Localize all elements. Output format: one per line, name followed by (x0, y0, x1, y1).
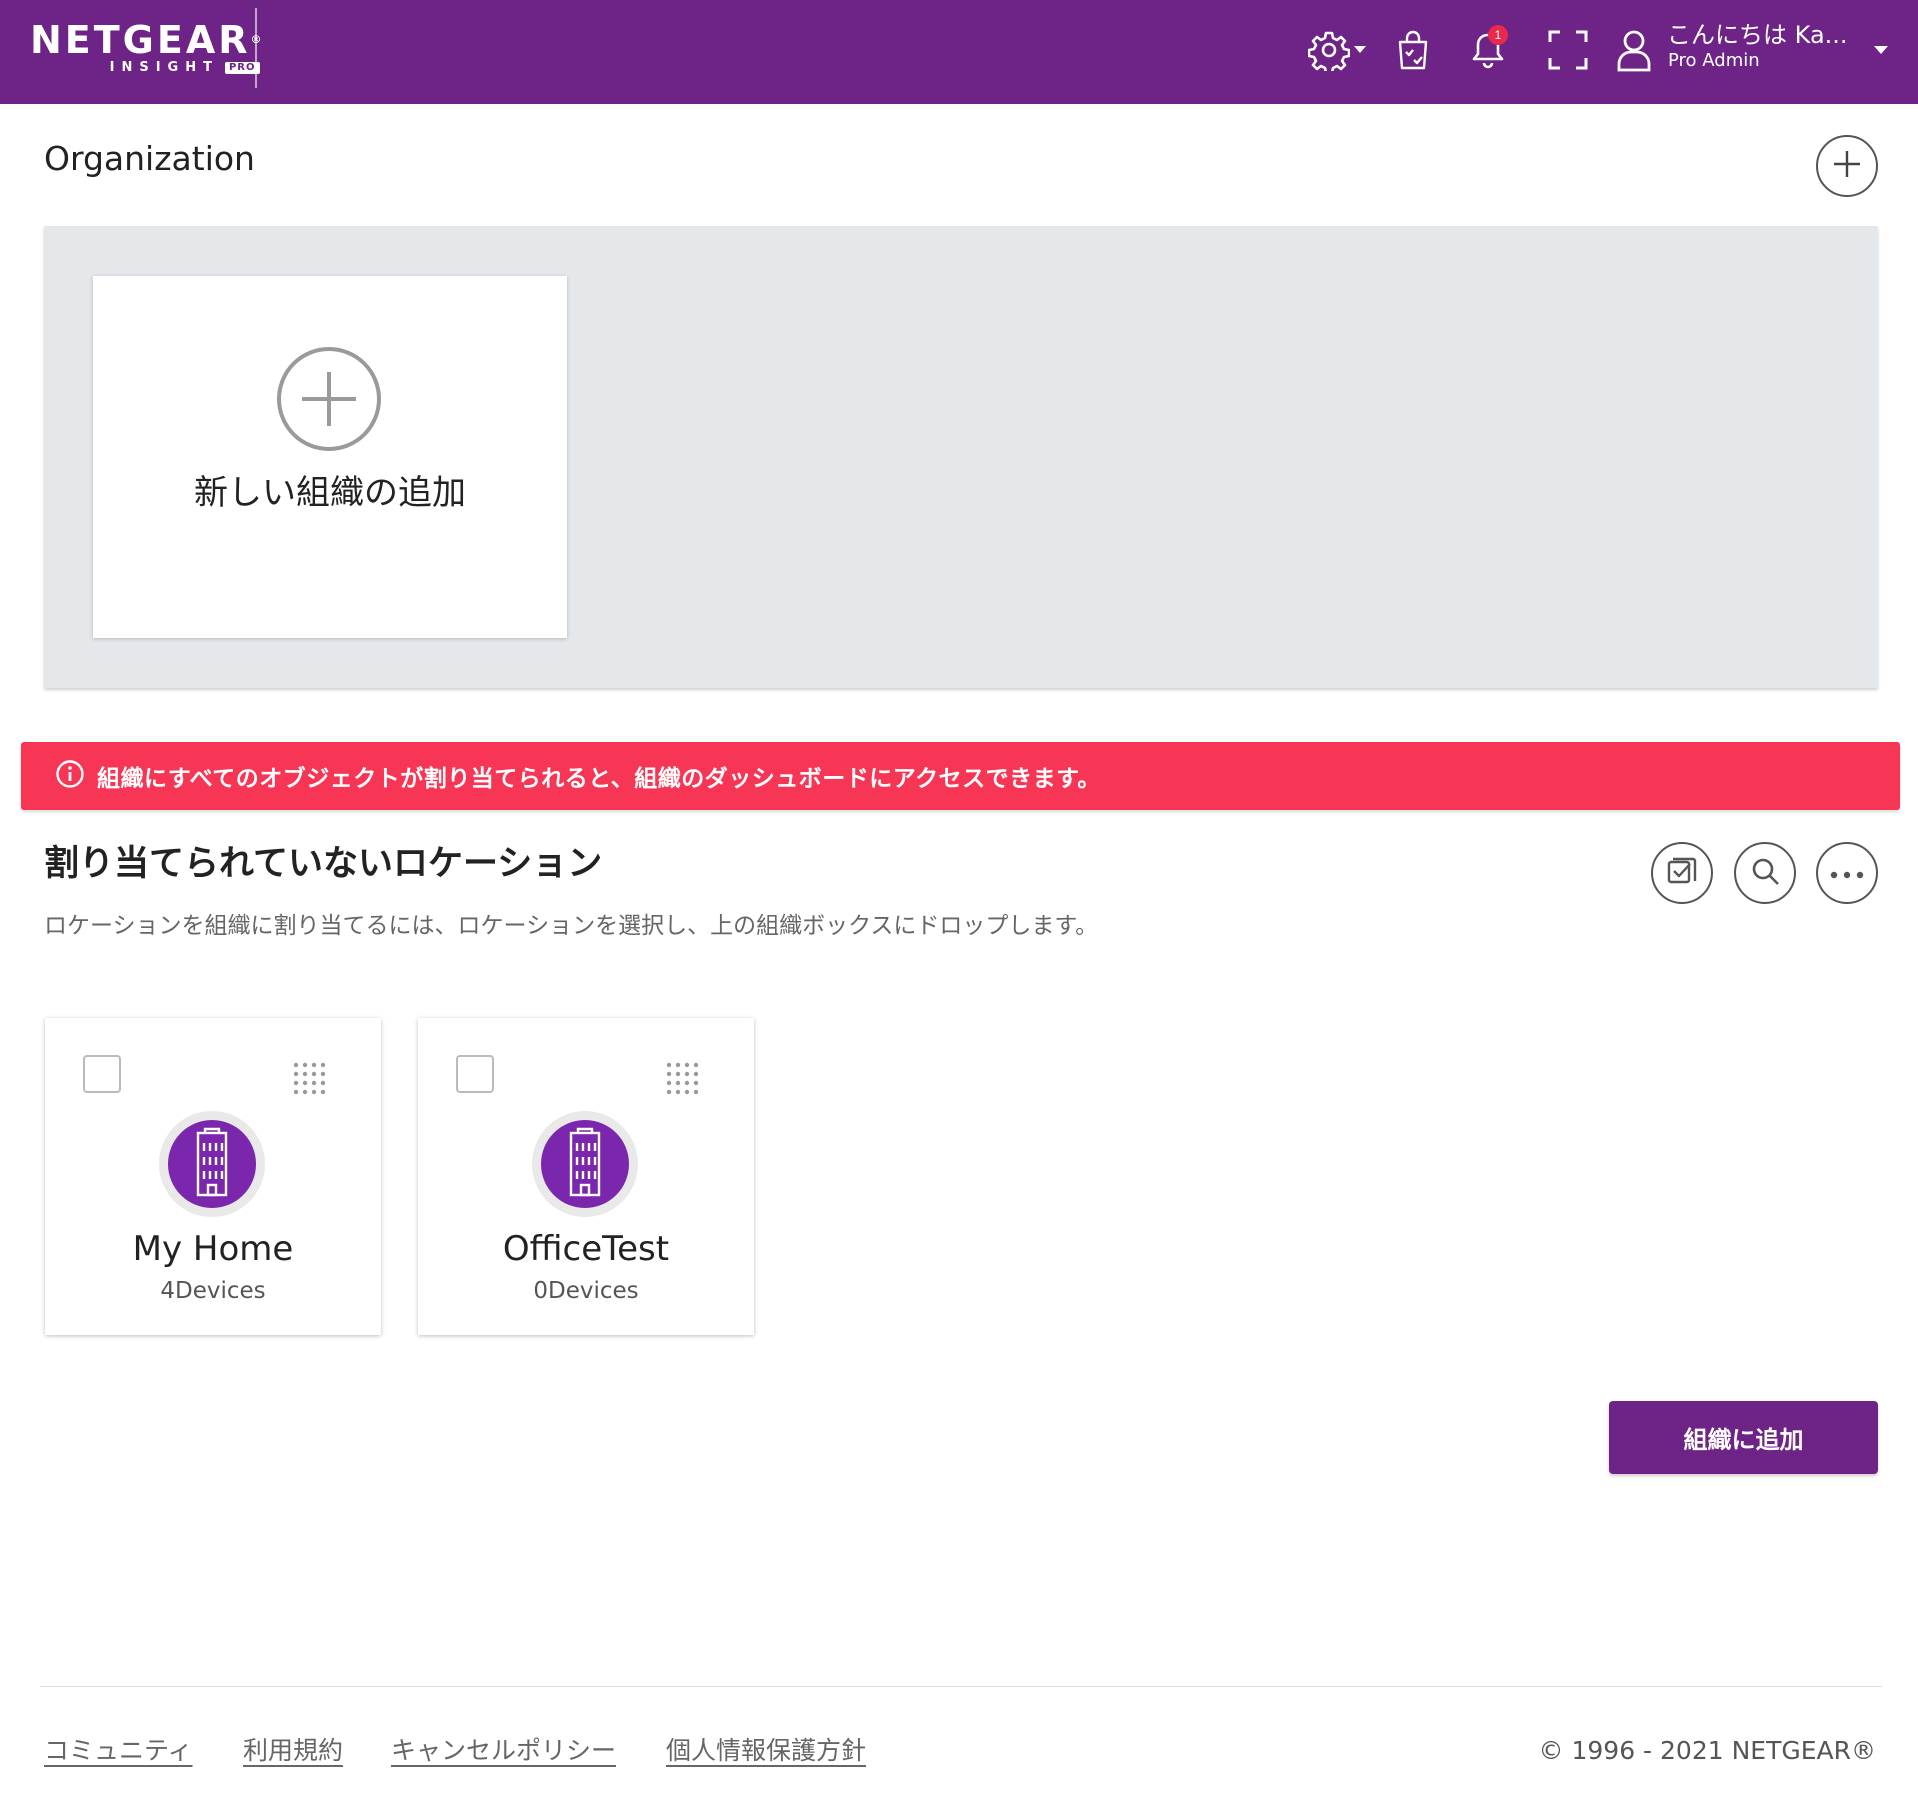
user-role: Pro Admin (1668, 50, 1760, 71)
notification-badge: 1 (1488, 25, 1508, 45)
alert-message: 組織にすべてのオブジェクトが割り当てられると、組織のダッシュボードにアクセスでき… (97, 766, 1101, 792)
location-device-count: 4Devices (160, 1278, 266, 1304)
shop-button[interactable] (1393, 24, 1433, 76)
notifications-button[interactable]: 1 (1468, 24, 1508, 76)
add-organization-label: 新しい組織の追加 (194, 473, 466, 513)
footer-link-terms[interactable]: 利用規約 (243, 1735, 343, 1767)
add-to-organization-button[interactable]: 組織に追加 (1609, 1401, 1878, 1474)
chevron-down-icon (1354, 46, 1366, 54)
drag-handle-icon[interactable] (665, 1061, 701, 1101)
user-icon (1616, 28, 1652, 72)
unassigned-locations-description: ロケーションを組織に割り当てるには、ロケーションを選択し、上の組織ボックスにドロ… (44, 913, 1099, 939)
plus-icon (1831, 148, 1863, 184)
location-name: My Home (132, 1229, 294, 1269)
add-circle-icon (276, 346, 382, 456)
user-menu-button[interactable] (1614, 24, 1654, 76)
footer-link-community[interactable]: コミュニティ (44, 1735, 193, 1767)
bell-icon: 1 (1472, 25, 1508, 69)
location-card-officetest[interactable]: OfficeTest 0Devices (418, 1018, 754, 1335)
footer-divider (40, 1686, 1882, 1687)
location-device-count: 0Devices (533, 1278, 639, 1304)
organization-title: Organization (44, 139, 255, 178)
location-card-my-home[interactable]: My Home 4Devices (45, 1018, 381, 1335)
top-bar: NETGEAR® INSIGHT PRO (0, 0, 1918, 104)
netgear-insight-logo[interactable]: NETGEAR® INSIGHT PRO (30, 18, 262, 75)
search-button[interactable] (1734, 842, 1796, 904)
add-new-organization-card[interactable]: 新しい組織の追加 (93, 276, 567, 638)
shopping-bag-icon (1396, 30, 1430, 70)
location-checkbox[interactable] (456, 1055, 494, 1093)
info-icon (55, 759, 85, 793)
ellipsis-icon (1829, 864, 1865, 883)
fullscreen-icon (1548, 30, 1588, 70)
location-checkbox[interactable] (83, 1055, 121, 1093)
building-icon (568, 1127, 602, 1201)
logo-subtitle: INSIGHT PRO (30, 60, 262, 75)
select-all-button[interactable] (1651, 842, 1713, 904)
logo-brand: NETGEAR® (30, 18, 262, 62)
copyright-text: © 1996 - 2021 NETGEAR® (1538, 1736, 1876, 1765)
user-greeting[interactable]: こんにちは Ka... (1667, 20, 1848, 50)
footer-link-privacy-policy[interactable]: 個人情報保護方針 (666, 1735, 866, 1767)
footer-link-cancellation-policy[interactable]: キャンセルポリシー (391, 1735, 616, 1767)
select-check-icon (1665, 854, 1699, 892)
location-avatar (159, 1111, 265, 1217)
add-organization-button[interactable] (1816, 135, 1878, 197)
location-name: OfficeTest (502, 1229, 670, 1269)
search-icon (1749, 855, 1781, 891)
fullscreen-button[interactable] (1546, 24, 1590, 76)
drag-handle-icon[interactable] (292, 1061, 328, 1101)
chevron-down-icon[interactable] (1874, 40, 1888, 59)
settings-menu-button[interactable] (1302, 24, 1372, 76)
header-divider (255, 8, 257, 88)
gear-icon (1308, 29, 1350, 71)
building-icon (195, 1127, 229, 1201)
info-alert-banner: 組織にすべてのオブジェクトが割り当てられると、組織のダッシュボードにアクセスでき… (21, 742, 1900, 810)
more-options-button[interactable] (1816, 842, 1878, 904)
unassigned-locations-title: 割り当てられていないロケーション (44, 844, 603, 884)
location-avatar (532, 1111, 638, 1217)
